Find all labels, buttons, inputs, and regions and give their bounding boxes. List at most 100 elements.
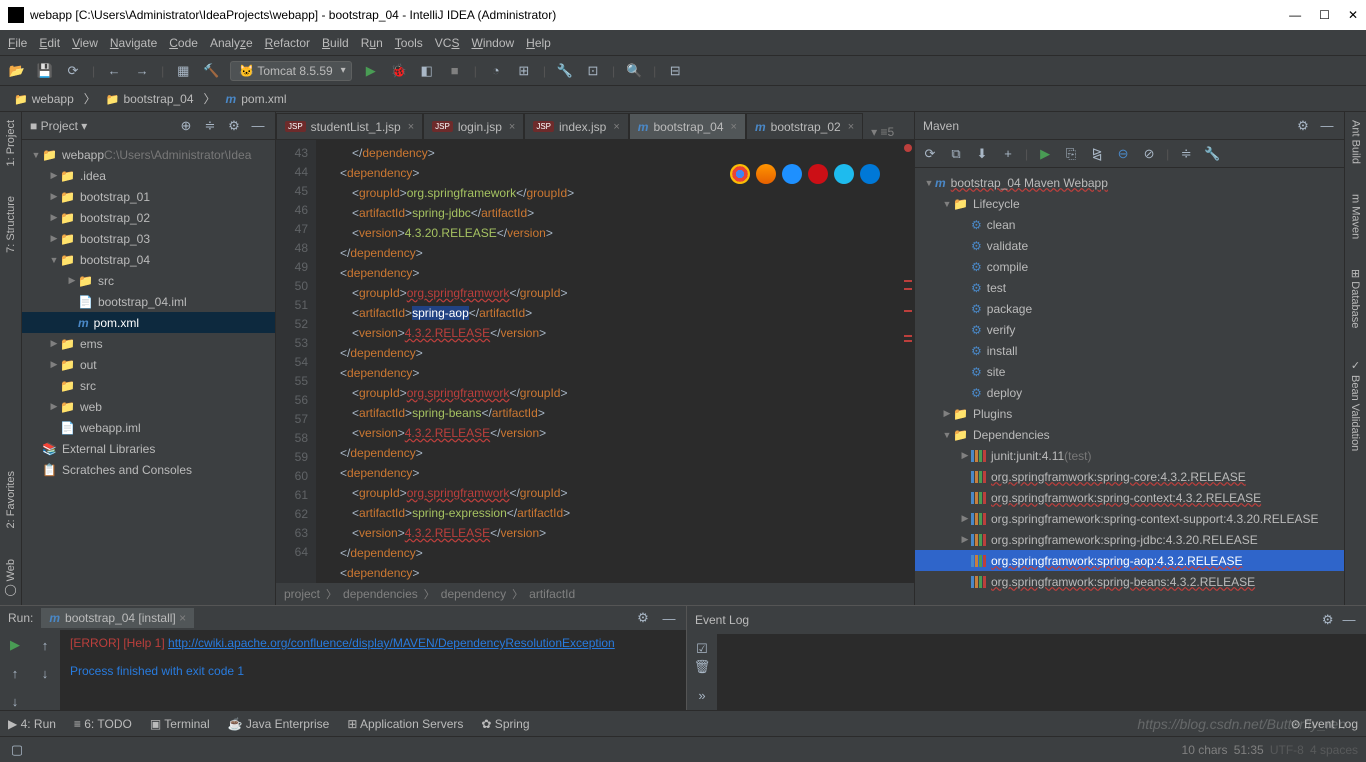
status-tab[interactable]: ▶ 4: Run — [8, 717, 56, 731]
tree-item[interactable]: ▶📁src — [22, 270, 275, 291]
maven-tree-item[interactable]: ▶org.springframework:spring-context-supp… — [915, 508, 1344, 529]
tab-ant[interactable]: Ant Build — [1350, 120, 1362, 164]
tab-maven[interactable]: m Maven — [1350, 194, 1362, 239]
tree-item[interactable]: ▶📁bootstrap_03 — [22, 228, 275, 249]
tree-item[interactable]: ▶📁.idea — [22, 165, 275, 186]
menu-help[interactable]: Help — [526, 36, 551, 50]
menu-window[interactable]: Window — [471, 36, 514, 50]
chrome-icon[interactable] — [730, 164, 750, 184]
maven-tree-item[interactable]: ▶org.springframework:spring-jdbc:4.3.20.… — [915, 529, 1344, 550]
down2-icon[interactable]: ↓ — [36, 664, 54, 682]
status-tab[interactable]: ⊞ Application Servers — [347, 717, 463, 731]
save-icon[interactable]: 💾 — [36, 62, 54, 80]
stop-icon[interactable]: ↑ — [6, 664, 24, 682]
wrench-icon[interactable]: 🔧 — [556, 62, 574, 80]
sync-icon[interactable]: ⟳ — [64, 62, 82, 80]
tree-item[interactable]: 📋Scratches and Consoles — [22, 459, 275, 480]
safari-icon[interactable] — [782, 164, 802, 184]
menu-run[interactable]: Run — [361, 36, 383, 50]
generate-icon[interactable]: ⧉ — [947, 145, 965, 163]
menu-edit[interactable]: Edit — [39, 36, 60, 50]
menu-build[interactable]: Build — [322, 36, 349, 50]
menu-file[interactable]: File — [8, 36, 27, 50]
run-icon[interactable]: ▶ — [362, 62, 380, 80]
maven-tree-item[interactable]: ⚙test — [915, 277, 1344, 298]
menu-view[interactable]: View — [72, 36, 98, 50]
tab-structure[interactable]: 7: Structure — [5, 196, 17, 253]
tab-web[interactable]: ◯ Web — [4, 559, 17, 597]
crumb-bootstrap04[interactable]: bootstrap_04 — [100, 90, 200, 108]
maven-tree-item[interactable]: ▼📁Lifecycle — [915, 193, 1344, 214]
tab-project[interactable]: 1: Project — [5, 120, 17, 166]
run-config-select[interactable]: 🐱 Tomcat 8.5.59 — [230, 61, 351, 81]
maven-tree-item[interactable]: ⚙compile — [915, 256, 1344, 277]
tree-item[interactable]: 📚External Libraries — [22, 438, 275, 459]
maven-tree-item[interactable]: ⚙verify — [915, 319, 1344, 340]
gear-icon[interactable]: ⚙ — [1319, 611, 1337, 629]
code[interactable]: </dependency> <dependency> <groupId>org.… — [316, 140, 914, 583]
search-icon[interactable]: 🔍 — [625, 62, 643, 80]
forward-icon[interactable]: → — [133, 62, 151, 80]
maven-tree-item[interactable]: ▼mbootstrap_04 Maven Webapp — [915, 172, 1344, 193]
debug-icon[interactable]: 🐞 — [390, 62, 408, 80]
add-icon[interactable]: + — [999, 145, 1017, 163]
close-button[interactable]: ✕ — [1348, 8, 1358, 22]
status-tab[interactable]: ≡ 6: TODO — [74, 717, 132, 731]
gear-icon[interactable]: ⚙ — [634, 609, 652, 627]
editor-tab[interactable]: JSPlogin.jsp× — [423, 113, 524, 139]
error-stripe[interactable] — [904, 140, 914, 583]
crumb-pom[interactable]: mpom.xml — [220, 90, 293, 108]
collapse-all-icon[interactable]: ≑ — [1177, 145, 1195, 163]
hide-icon[interactable]: — — [660, 609, 678, 627]
firefox-icon[interactable] — [756, 164, 776, 184]
hide-icon[interactable]: — — [1318, 117, 1336, 135]
gear-icon[interactable]: ⚙ — [225, 117, 243, 135]
status-tab[interactable]: ▣ Terminal — [150, 717, 210, 731]
edge-icon[interactable] — [860, 164, 880, 184]
hammer-icon[interactable]: 🔨 — [202, 62, 220, 80]
stop-icon[interactable]: ■ — [446, 62, 464, 80]
maven-tree-item[interactable]: ⚙install — [915, 340, 1344, 361]
run-tab[interactable]: mbootstrap_04 [install] × — [41, 608, 194, 628]
coverage-icon[interactable]: ◧ — [418, 62, 436, 80]
tab-bean[interactable]: ✓ Bean Validation — [1349, 359, 1362, 451]
collapse-icon[interactable]: ≑ — [201, 117, 219, 135]
back-icon[interactable]: ← — [105, 62, 123, 80]
settings-icon[interactable]: 🔧 — [1203, 145, 1221, 163]
structure-icon[interactable]: ⊞ — [515, 62, 533, 80]
error-link[interactable]: http://cwiki.apache.org/confluence/displ… — [168, 636, 615, 650]
menu-refactor[interactable]: Refactor — [265, 36, 310, 50]
settings-icon[interactable]: ⊡ — [584, 62, 602, 80]
tree-item[interactable]: 📄webapp.iml — [22, 417, 275, 438]
mark-icon[interactable]: ☑ — [693, 640, 711, 658]
tw-icon[interactable]: ▢ — [8, 741, 26, 759]
editor-tab[interactable]: mbootstrap_02× — [746, 113, 863, 139]
tree-item[interactable]: ▶📁web — [22, 396, 275, 417]
tree-item[interactable]: ▼📁bootstrap_04 — [22, 249, 275, 270]
maven-tree-item[interactable]: ⚙package — [915, 298, 1344, 319]
maven-tree-item[interactable]: ▶junit:junit:4.11 (test) — [915, 445, 1344, 466]
minimize-button[interactable]: — — [1289, 8, 1301, 22]
maven-tree-item[interactable]: ⚙clean — [915, 214, 1344, 235]
tree-item[interactable]: ▶📁out — [22, 354, 275, 375]
target-icon[interactable]: ⊕ — [177, 117, 195, 135]
maven-tree-item[interactable]: ⚙site — [915, 361, 1344, 382]
tree-item[interactable]: ▶📁ems — [22, 333, 275, 354]
maven-tree-item[interactable]: ▶📁Plugins — [915, 403, 1344, 424]
menu-tools[interactable]: Tools — [395, 36, 423, 50]
maven-tree-item[interactable]: org.springframwork:spring-core:4.3.2.REL… — [915, 466, 1344, 487]
maven-tree-item[interactable]: org.springframwork:spring-aop:4.3.2.RELE… — [915, 550, 1344, 571]
reload-icon[interactable]: ⟳ — [921, 145, 939, 163]
maven-tree-item[interactable]: ⚙validate — [915, 235, 1344, 256]
more-icon[interactable]: » — [693, 686, 711, 704]
opera-icon[interactable] — [808, 164, 828, 184]
editor-tab[interactable]: mbootstrap_04× — [629, 113, 746, 139]
maximize-button[interactable]: ☐ — [1319, 8, 1330, 22]
menu-analyze[interactable]: Analyze — [210, 36, 253, 50]
down-icon[interactable]: ↓ — [6, 692, 24, 710]
status-tab[interactable]: ☕ Java Enterprise — [228, 717, 330, 731]
execute-icon[interactable]: ⎘ — [1062, 145, 1080, 163]
trash-icon[interactable]: 🗑 — [693, 658, 711, 676]
tree-item[interactable]: ▶📁bootstrap_01 — [22, 186, 275, 207]
profiler-icon[interactable]: ◔ — [487, 62, 505, 80]
